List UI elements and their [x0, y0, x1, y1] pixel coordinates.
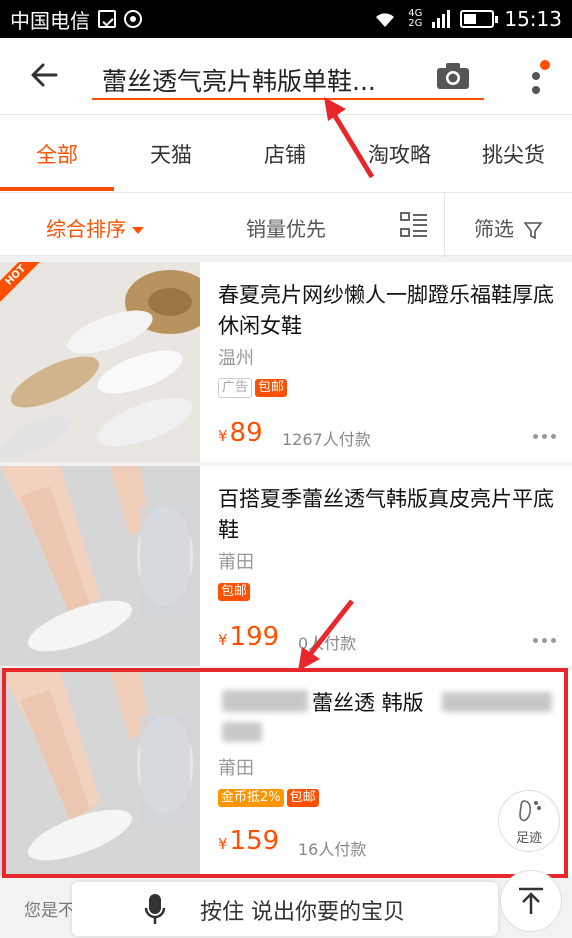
- signal-icon: [432, 10, 451, 28]
- sort-divider: [444, 193, 445, 257]
- product-price: ¥159: [218, 826, 280, 856]
- free-shipping-tag: 包邮: [255, 379, 288, 397]
- more-options-icon[interactable]: [533, 638, 556, 643]
- filter-label: 筛选: [474, 217, 514, 241]
- footprint-label: 足迹: [515, 831, 542, 846]
- sort-bar: 综合排序 销量优先 筛选: [0, 192, 572, 257]
- ad-tag: 广告: [218, 378, 253, 398]
- wifi-icon: [376, 13, 395, 27]
- free-shipping-tag: 包邮: [218, 583, 251, 601]
- filter-button[interactable]: 筛选: [474, 213, 543, 242]
- battery-icon: [460, 10, 499, 28]
- product-price: ¥89: [218, 418, 263, 448]
- footprint-icon: [519, 800, 541, 822]
- back-arrow-icon[interactable]: [28, 58, 62, 92]
- tab-shops[interactable]: 店铺: [264, 139, 306, 169]
- blurred-text: [222, 722, 262, 742]
- product-title[interactable]: 春夏亮片网纱懒人一脚蹬乐福鞋厚底休闲女鞋: [218, 280, 558, 342]
- product-title[interactable]: 百搭夏季蕾丝透气韩版真皮亮片平底鞋: [218, 484, 558, 546]
- product-image[interactable]: [0, 670, 200, 876]
- list-view-icon[interactable]: [400, 211, 428, 239]
- sort-default-button[interactable]: 综合排序: [46, 213, 144, 242]
- product-sold-count: 1267人付款: [282, 430, 371, 449]
- footprint-button[interactable]: 足迹: [498, 790, 560, 852]
- microphone-icon: [144, 894, 166, 924]
- search-query: 蕾丝透气亮片韩版单鞋...: [102, 67, 376, 96]
- sort-default-label: 综合排序: [46, 217, 126, 241]
- search-header: 蕾丝透气亮片韩版单鞋...: [0, 38, 572, 114]
- annotation-arrow: [298, 599, 354, 671]
- category-tabs: 全部 天猫 店铺 淘攻略 挑尖货: [0, 114, 572, 192]
- sync-icon: [124, 10, 142, 28]
- tab-all[interactable]: 全部: [36, 139, 78, 169]
- filter-icon: [524, 221, 543, 239]
- dropdown-triangle-icon: [132, 227, 144, 234]
- blurred-text: [442, 692, 552, 712]
- product-image[interactable]: [0, 466, 200, 666]
- search-input[interactable]: 蕾丝透气亮片韩版单鞋...: [92, 56, 484, 100]
- product-tags: 包邮: [218, 580, 253, 601]
- product-price: ¥199: [218, 622, 280, 652]
- camera-icon[interactable]: [436, 62, 470, 90]
- tab-tmall[interactable]: 天猫: [150, 139, 192, 169]
- carrier-label: 中国电信: [10, 8, 90, 33]
- coin-discount-tag: 金币抵2%: [218, 789, 284, 807]
- voice-search-bar: 您是不 按住 说出你要的宝贝: [0, 878, 572, 938]
- notification-dot: [540, 60, 550, 70]
- active-tab-indicator: [0, 187, 114, 191]
- voice-hint-text: 您是不: [24, 901, 75, 921]
- arrow-up-icon: [519, 887, 543, 914]
- more-menu-icon[interactable]: [522, 60, 550, 96]
- back-to-top-button[interactable]: [500, 870, 562, 932]
- sort-sales-button[interactable]: 销量优先: [246, 213, 326, 242]
- product-image[interactable]: HOT: [0, 262, 200, 462]
- product-tags: 广告 包邮: [218, 376, 290, 398]
- clock: 15:13: [504, 7, 562, 31]
- product-location: 温州: [218, 348, 254, 369]
- free-shipping-tag: 包邮: [286, 789, 319, 807]
- product-card[interactable]: 蕾丝透 韩版 莆田 金币抵2% 包邮 ¥159 16人付款: [0, 670, 572, 876]
- product-sold-count: 16人付款: [298, 840, 367, 859]
- product-tags: 金币抵2% 包邮: [218, 786, 322, 807]
- product-card[interactable]: HOT 春夏亮片网纱懒人一脚蹬乐福鞋厚底休闲女鞋 温州 广告 包邮 ¥89 126…: [0, 262, 572, 462]
- more-options-icon[interactable]: [533, 434, 556, 439]
- voice-search-button[interactable]: 按住 说出你要的宝贝: [72, 882, 498, 936]
- status-bar: 中国电信 4G 2G 15:13: [0, 0, 572, 38]
- gallery-icon: [98, 10, 116, 28]
- voice-search-label: 按住 说出你要的宝贝: [200, 900, 405, 925]
- network-type: 4G 2G: [408, 8, 423, 29]
- product-location: 莆田: [218, 552, 254, 573]
- product-location: 莆田: [218, 758, 254, 779]
- product-card[interactable]: 百搭夏季蕾丝透气韩版真皮亮片平底鞋 莆田 包邮 ¥199 0人付款: [0, 466, 572, 666]
- tab-picks[interactable]: 挑尖货: [482, 139, 545, 169]
- annotation-arrow: [324, 97, 375, 179]
